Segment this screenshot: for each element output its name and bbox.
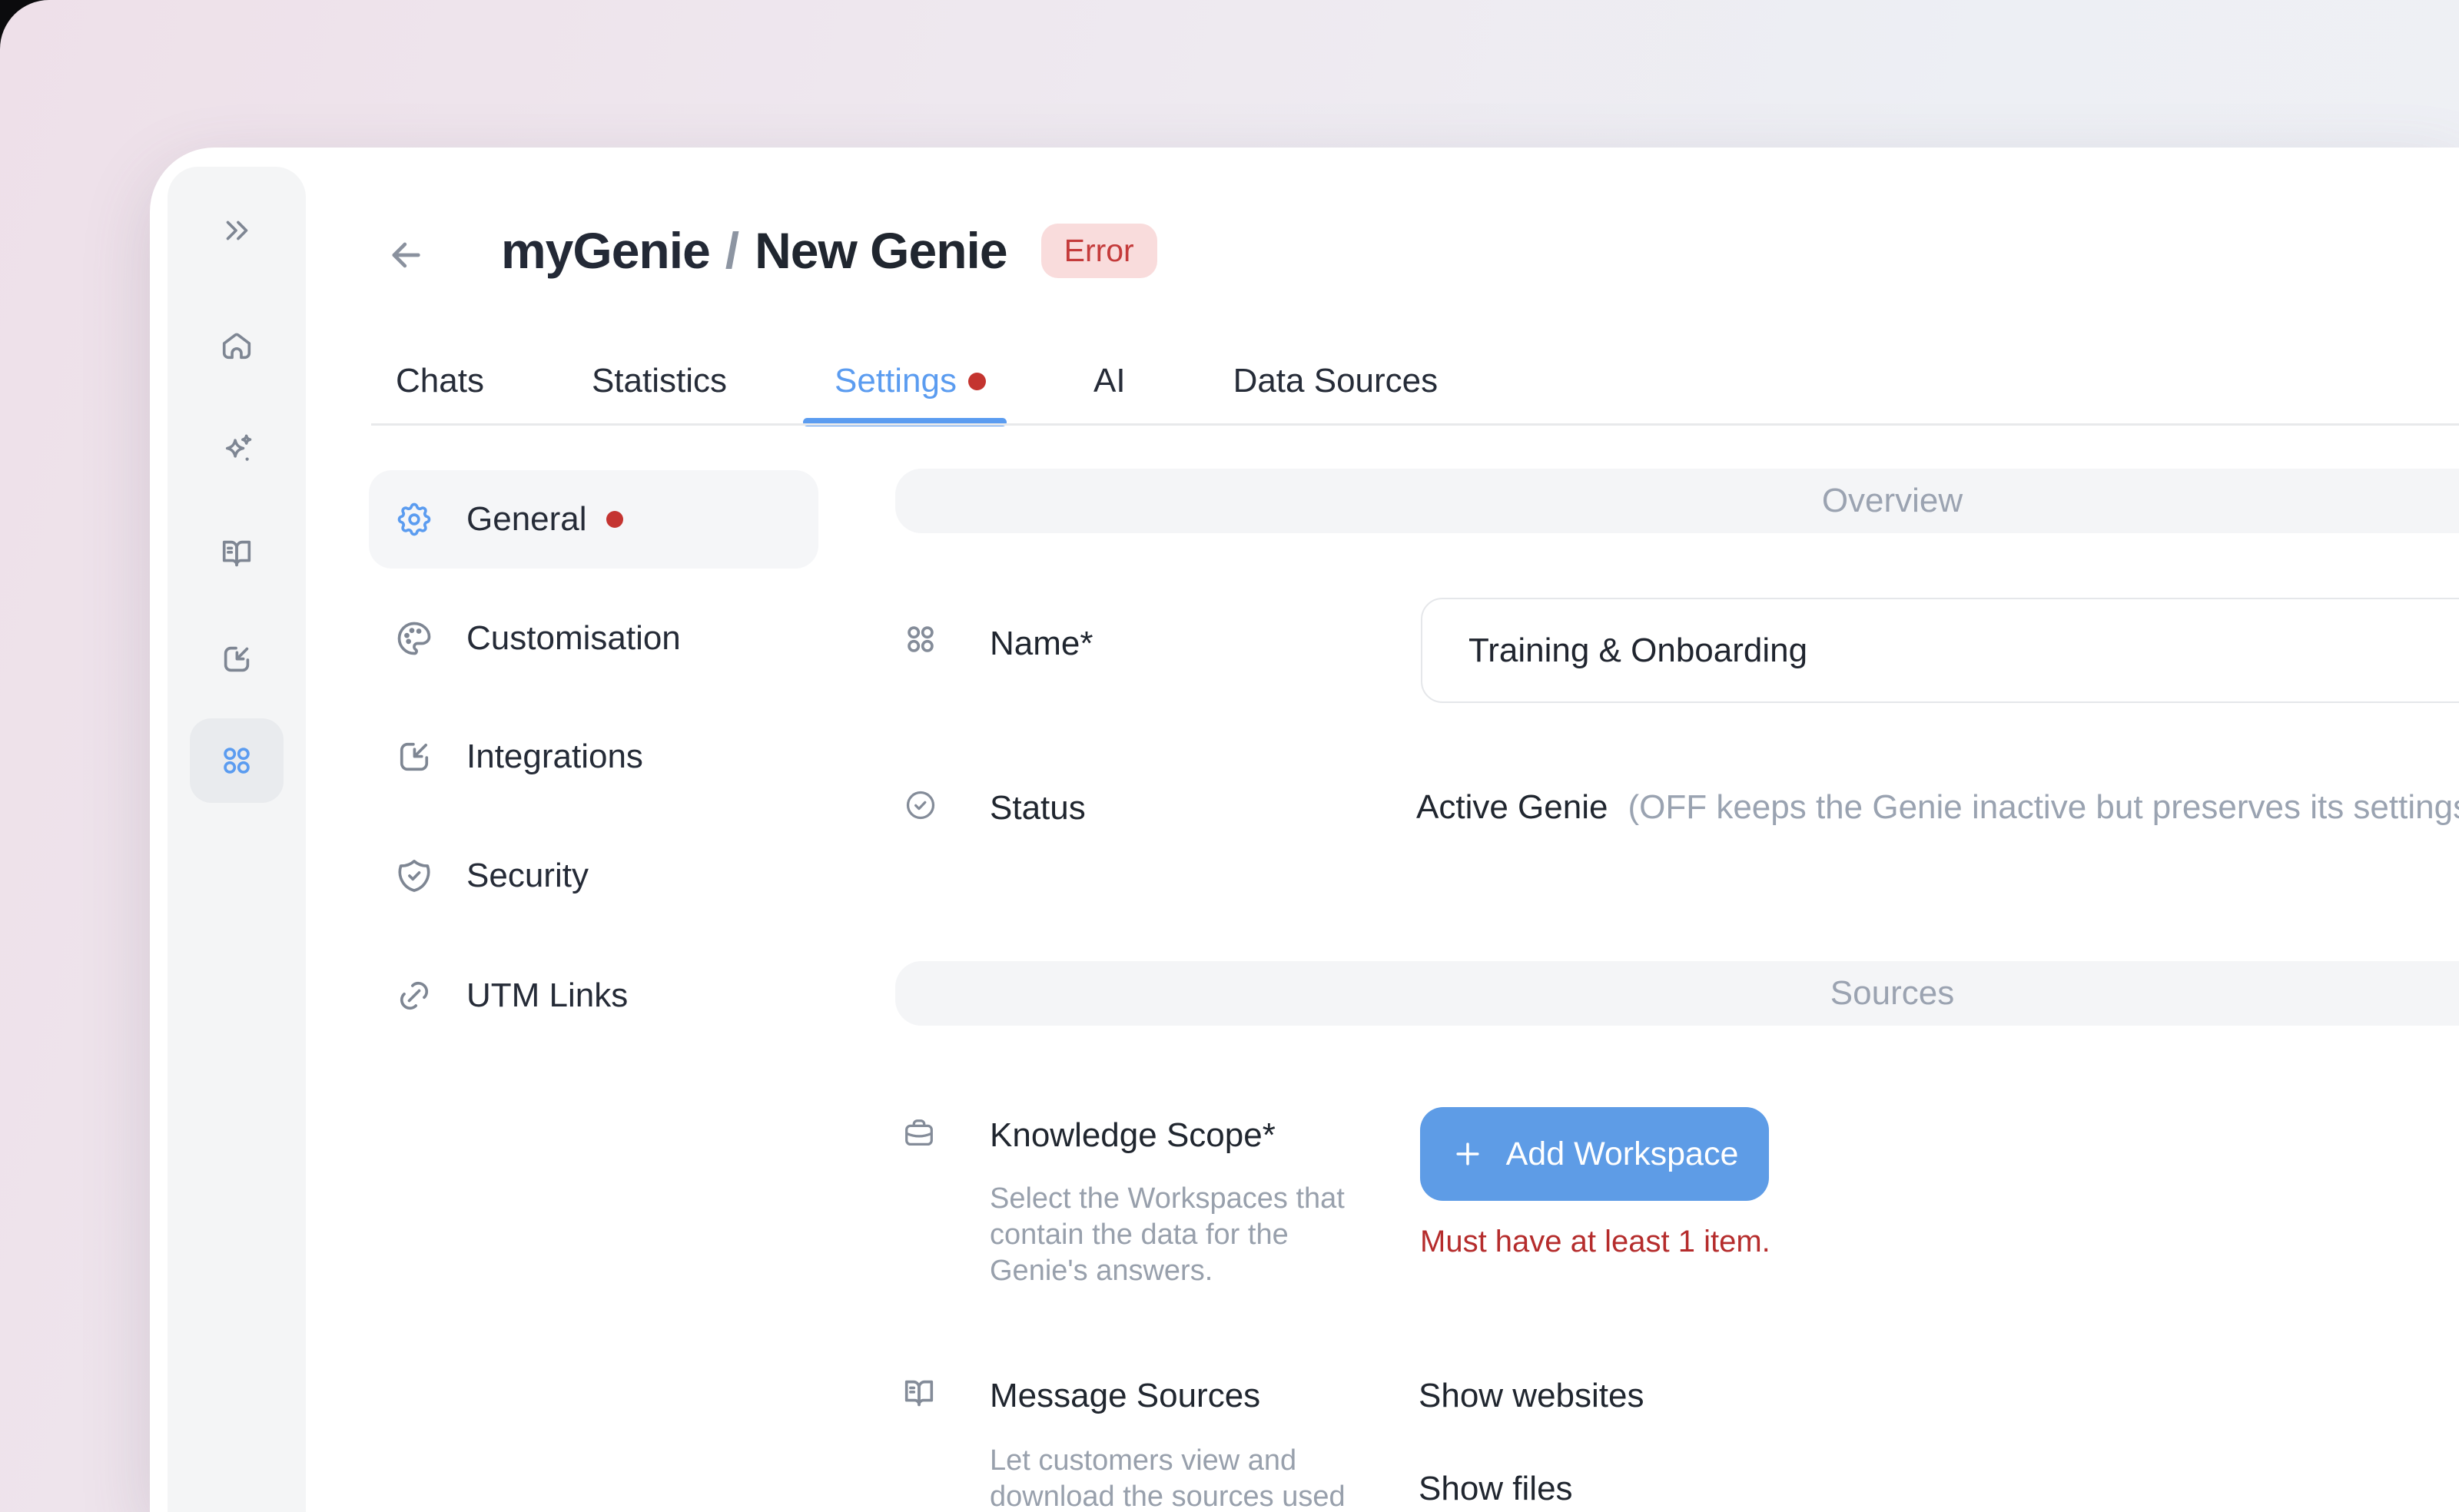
settings-nav-item-utm-links[interactable]: UTM Links [466,975,628,1016]
apps-icon[interactable] [219,743,254,778]
link-icon [394,976,434,1016]
validation-error-text: Must have at least 1 item. [1420,1225,1770,1259]
status-value-row: Active Genie (OFF keeps the Genie inacti… [1416,788,2459,827]
chevrons-right-icon[interactable] [219,213,254,248]
status-value: Active Genie [1416,788,1608,827]
name-input-value: Training & Onboarding [1468,632,1807,670]
palette-icon [394,618,434,658]
status-badge: Error [1041,224,1157,278]
tab-statistics[interactable]: Statistics [592,360,727,403]
check-circle-icon [903,788,938,823]
message-sources-description: Let customers view and download the sour… [990,1443,1389,1512]
home-icon[interactable] [219,328,254,363]
book-open-icon [901,1375,937,1411]
section-header-sources: Sources [895,961,2459,1026]
settings-nav-active-background [369,470,818,569]
tab-data-sources[interactable]: Data Sources [1233,360,1439,403]
import-icon[interactable] [219,642,254,677]
settings-nav-item-customisation[interactable]: Customisation [466,618,681,659]
knowledge-scope-label: Knowledge Scope* [990,1115,1276,1156]
settings-nav-item-security[interactable]: Security [466,855,589,897]
title-separator: / [725,221,739,280]
tab-ai[interactable]: AI [1093,360,1126,403]
briefcase-icon [901,1116,937,1151]
name-field-label: Name* [990,623,1093,665]
message-sources-label: Message Sources [990,1375,1260,1417]
settings-nav-item-integrations[interactable]: Integrations [466,736,643,778]
apps-icon [903,622,938,657]
title-genie-name: myGenie [501,221,710,280]
name-input[interactable]: Training & Onboarding [1421,598,2459,703]
book-open-icon[interactable] [219,536,254,571]
knowledge-scope-description: Select the Workspaces that contain the d… [990,1181,1389,1289]
page-title: myGenie / New Genie Error [501,221,1157,280]
alert-dot [968,373,986,390]
settings-nav-item-general[interactable]: General [466,499,587,540]
add-workspace-button[interactable]: Add Workspace [1420,1107,1769,1201]
sparkles-icon[interactable] [219,432,254,467]
tab-settings[interactable]: Settings [835,360,986,403]
icon-sidebar [168,167,306,1512]
back-arrow-icon[interactable] [384,234,427,277]
plus-icon [1451,1137,1485,1171]
status-field-label: Status [990,788,1086,829]
app-window [150,148,2459,1512]
gear-icon [394,499,434,539]
alert-dot [606,511,623,528]
show-files-option: Show files [1419,1468,1573,1510]
tab-chats[interactable]: Chats [396,360,484,403]
section-header-overview: Overview [895,469,2459,533]
shield-check-icon [394,856,434,896]
import-icon [394,737,434,777]
show-websites-option: Show websites [1419,1375,1644,1417]
tab-bar: Chats Statistics Settings AI Data Source… [396,360,1438,403]
title-page-name: New Genie [755,221,1007,280]
screenshot-root: myGenie / New Genie Error Chats Statisti… [0,0,2459,1512]
status-hint: (OFF keeps the Genie inactive but preser… [1628,788,2459,827]
tabs-divider [371,423,2459,426]
add-workspace-button-label: Add Workspace [1506,1136,1739,1173]
